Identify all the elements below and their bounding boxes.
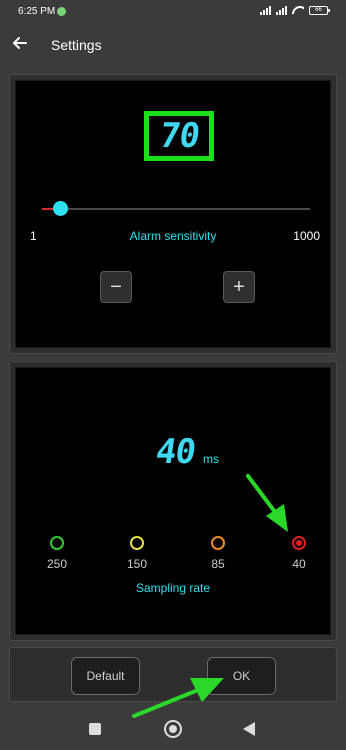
alarm-slider-thumb[interactable] [53, 201, 68, 216]
decrease-button[interactable]: − [100, 271, 132, 303]
rate-option-label: 150 [126, 557, 148, 571]
recents-square-icon[interactable] [89, 723, 101, 735]
sampling-panel-display: 40 ms 250 150 85 40 Sampling rate [15, 367, 331, 635]
status-bar: 6:25 PM 66 [0, 0, 346, 26]
rate-option-150[interactable]: 150 [117, 536, 157, 571]
top-app-bar: Settings [0, 26, 346, 66]
settings-screen: 6:25 PM 66 Settings 70 1 Alarm sensitivi… [0, 0, 346, 750]
back-button[interactable] [10, 33, 30, 53]
rate-option-label: 250 [46, 557, 68, 571]
alarm-slider-track[interactable] [42, 208, 310, 210]
notification-app-icon [57, 7, 66, 16]
status-icons: 66 [260, 6, 330, 15]
alarm-value-display: 70 [156, 116, 202, 156]
default-button[interactable]: Default [71, 657, 140, 695]
signal-2-icon [276, 6, 287, 15]
rate-option-250[interactable]: 250 [37, 536, 77, 571]
radio-icon[interactable] [130, 536, 144, 550]
radio-icon[interactable] [292, 536, 306, 550]
rate-option-label: 40 [292, 557, 306, 571]
rate-option-85[interactable]: 85 [198, 536, 238, 571]
ok-button[interactable]: OK [207, 657, 276, 695]
rate-option-label: 85 [211, 557, 225, 571]
system-nav-bar [0, 705, 346, 750]
sampling-value-display: 40 [153, 432, 198, 472]
page-title: Settings [51, 37, 102, 53]
rate-option-40[interactable]: 40 [279, 536, 319, 571]
alarm-sensitivity-label: Alarm sensitivity [129, 229, 217, 243]
status-time: 6:25 PM [18, 6, 56, 17]
sampling-unit: ms [202, 452, 219, 466]
sampling-rate-panel: 40 ms 250 150 85 40 Sampling rate [9, 361, 337, 641]
wifi-icon [292, 6, 304, 15]
battery-icon: 66 [309, 6, 330, 15]
arrow-left-icon [13, 37, 27, 49]
action-button-panel: Default OK [9, 647, 337, 702]
alarm-slider-max: 1000 [293, 229, 320, 243]
radio-icon[interactable] [50, 536, 64, 550]
alarm-panel-display: 70 1 Alarm sensitivity 1000 − + [15, 80, 331, 348]
alarm-value-highlight: 70 [144, 111, 214, 161]
sampling-rate-label: Sampling rate [135, 581, 211, 595]
radio-icon[interactable] [211, 536, 225, 550]
back-triangle-icon[interactable] [243, 722, 255, 736]
signal-icon [260, 6, 271, 15]
sampling-value-group: 40 ms [153, 432, 219, 472]
increase-button[interactable]: + [223, 271, 255, 303]
alarm-sensitivity-panel: 70 1 Alarm sensitivity 1000 − + [9, 74, 337, 354]
home-circle-icon[interactable] [164, 720, 182, 738]
